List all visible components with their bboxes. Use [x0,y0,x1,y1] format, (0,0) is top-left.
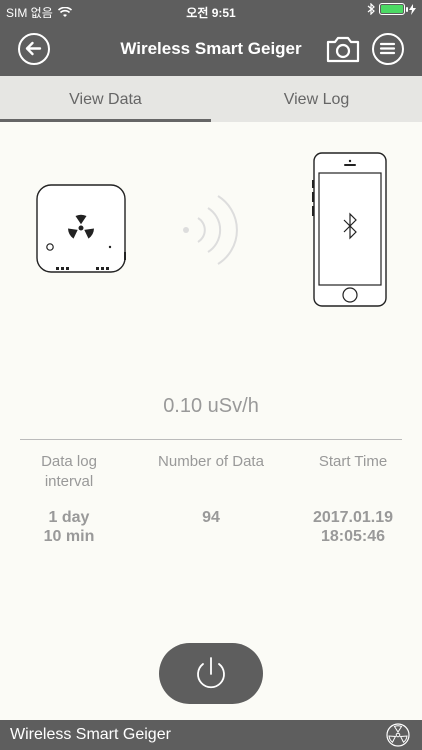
column-value: 1 day 10 min [43,509,95,545]
start-time-column: Start Time 2017.01.19 18:05:46 [298,452,408,546]
menu-icon [379,42,396,55]
divider [20,439,402,440]
column-value: 94 [202,509,220,526]
number-of-data-column: Number of Data 94 [150,452,272,527]
camera-button[interactable] [326,35,360,63]
tab-view-log[interactable]: View Log [211,76,422,122]
power-button[interactable] [159,643,263,704]
tab-bar: View Data View Log [0,76,422,122]
column-header: Data log interval [41,453,97,490]
menu-button[interactable] [372,33,404,65]
charging-bolt-icon [409,3,416,15]
radiation-logo-icon [386,723,410,747]
geiger-device-illustration [36,184,126,274]
nav-bar: Wireless Smart Geiger [0,22,422,76]
status-time: 오전 9:51 [186,6,236,20]
data-log-interval-column: Data log interval 1 day 10 min [20,452,118,546]
tab-view-data[interactable]: View Data [0,76,211,122]
battery-icon [379,3,408,15]
camera-icon [326,36,360,63]
footer-label: Wireless Smart Geiger [10,726,171,743]
dose-rate-reading: 0.10 uSv/h [163,395,259,417]
status-bar: SIM 없음 오전 9:51 [0,0,422,22]
wireless-signal-icon [178,184,248,274]
bluetooth-status-icon [367,3,375,15]
column-header: Number of Data [158,453,264,470]
column-value: 2017.01.19 18:05:46 [312,509,394,545]
column-header: Start Time [318,453,388,470]
phone-illustration [312,152,388,308]
footer-bar: Wireless Smart Geiger [0,720,422,750]
power-icon [197,657,225,689]
